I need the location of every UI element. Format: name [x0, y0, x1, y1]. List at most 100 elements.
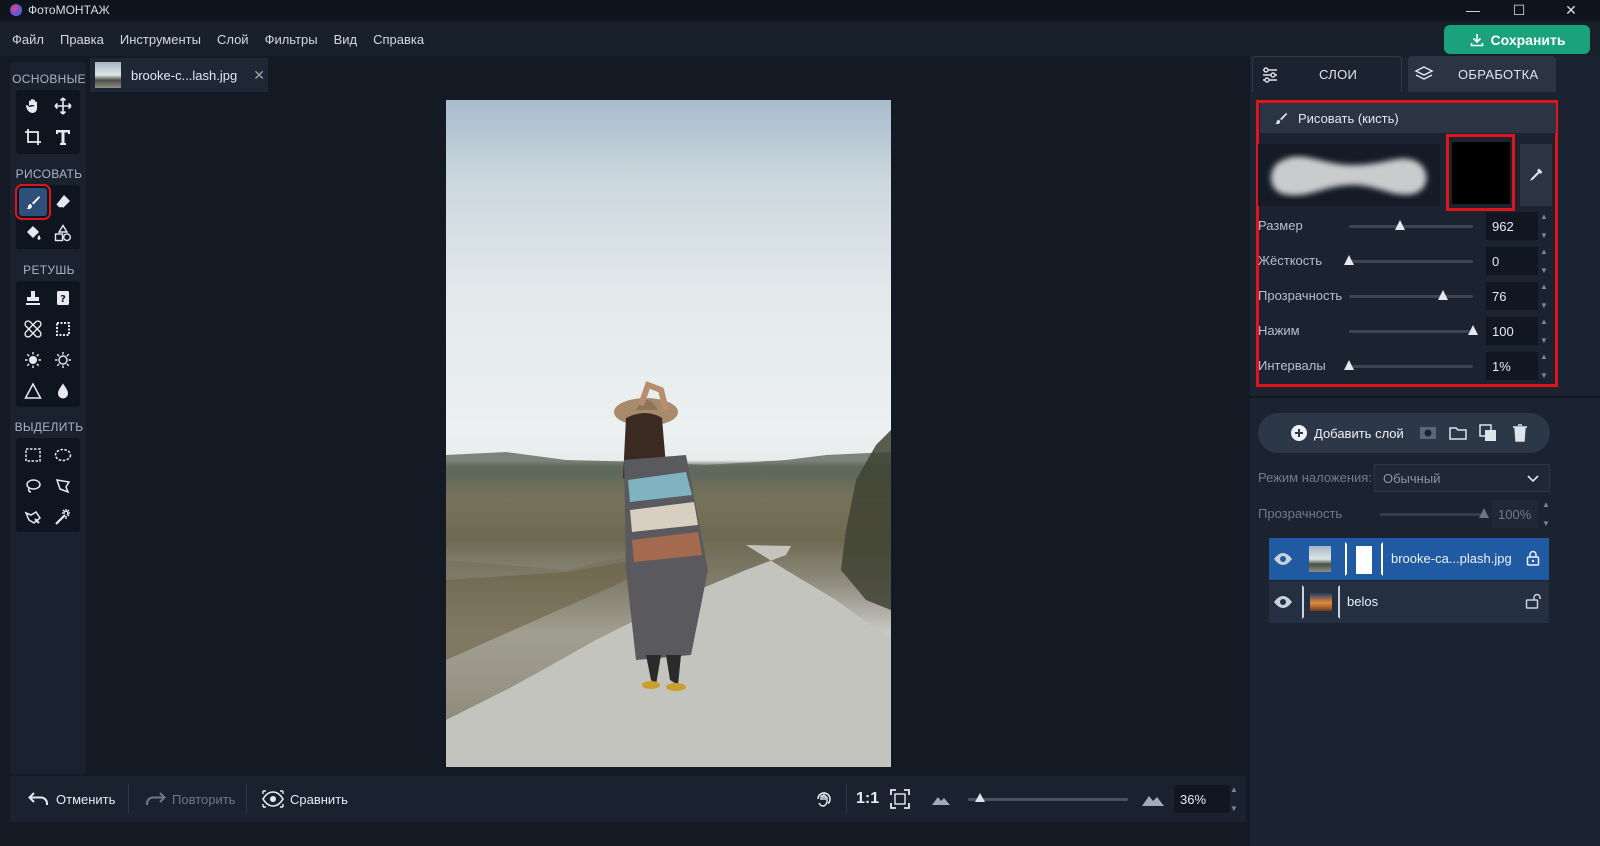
lasso-tool[interactable]	[19, 472, 47, 500]
lock-icon[interactable]	[1525, 550, 1541, 566]
menu-edit[interactable]: Правка	[60, 32, 104, 47]
sharpen-tool[interactable]	[19, 377, 47, 405]
eyedropper-button[interactable]	[1520, 144, 1552, 206]
brush-stroke-preview[interactable]	[1258, 144, 1440, 206]
minimize-button[interactable]: —	[1450, 0, 1496, 20]
rotate-button[interactable]	[814, 776, 834, 822]
magic-wand-tool[interactable]	[49, 503, 77, 531]
blur-tool[interactable]	[49, 377, 77, 405]
move-tool[interactable]	[49, 92, 77, 120]
redo-button[interactable]: Повторить	[144, 776, 235, 822]
save-button[interactable]: Сохранить	[1444, 25, 1590, 54]
param-hardness-slider[interactable]	[1344, 255, 1473, 265]
zoom-slider[interactable]	[968, 793, 1128, 802]
window-title: ФотоМОНТАЖ	[28, 3, 110, 17]
param-pressure-slider[interactable]	[1349, 325, 1478, 335]
tab-layers[interactable]: СЛОИ	[1252, 56, 1402, 92]
layer-row-photo[interactable]: brooke-ca...plash.jpg	[1269, 538, 1549, 580]
brush-color-swatch[interactable]	[1446, 134, 1515, 211]
menu-filters[interactable]: Фильтры	[265, 32, 318, 47]
duplicate-layer-button[interactable]	[1478, 423, 1498, 443]
close-tab-icon[interactable]: ✕	[253, 67, 265, 84]
param-spacing-thumb[interactable]	[1344, 360, 1354, 370]
fill-tool[interactable]	[19, 219, 47, 247]
folder-icon	[1449, 427, 1467, 440]
param-opacity-spinner[interactable]: ▲ ▼	[1540, 282, 1550, 310]
param-size-thumb[interactable]	[1394, 220, 1405, 230]
zoom-in-button[interactable]	[1142, 776, 1164, 822]
layer-opacity-spinner[interactable]: ▲ ▼	[1542, 500, 1552, 528]
crop-icon	[25, 129, 41, 145]
param-hardness-spinner[interactable]: ▲ ▼	[1540, 247, 1550, 275]
fit-screen-button[interactable]	[890, 776, 910, 822]
layer-frame	[1302, 585, 1340, 619]
blend-mode-select[interactable]: Обычный	[1374, 464, 1550, 492]
crop-tool[interactable]	[19, 123, 47, 151]
param-pressure-spinner[interactable]: ▲ ▼	[1540, 317, 1550, 345]
magnetic-lasso-tool[interactable]	[19, 503, 47, 531]
param-pressure-value[interactable]: 100	[1486, 317, 1538, 345]
unlock-icon[interactable]	[1525, 593, 1541, 609]
layer-opacity-thumb[interactable]	[1479, 508, 1489, 518]
visibility-eye-icon[interactable]	[1273, 592, 1293, 612]
param-opacity: Прозрачность 76 ▲ ▼	[1258, 282, 1558, 310]
shapes-tool[interactable]	[49, 219, 77, 247]
menu-help[interactable]: Справка	[373, 32, 424, 47]
param-hardness-value[interactable]: 0	[1486, 247, 1538, 275]
delete-layer-button[interactable]	[1510, 423, 1530, 443]
add-mask-button[interactable]	[1418, 423, 1438, 443]
darken-tool[interactable]	[49, 346, 77, 374]
polygon-lasso-icon	[55, 479, 71, 494]
canvas-area[interactable]	[90, 92, 1246, 774]
menu-file[interactable]: Файл	[12, 32, 44, 47]
menu-layer[interactable]: Слой	[217, 32, 249, 47]
hand-tool[interactable]	[19, 92, 47, 120]
param-size-slider[interactable]	[1349, 220, 1473, 230]
param-opacity-value[interactable]: 76	[1486, 282, 1538, 310]
actual-size-button[interactable]: 1:1	[856, 776, 879, 822]
visibility-eye-icon[interactable]	[1273, 549, 1293, 569]
patch-tool[interactable]	[19, 315, 47, 343]
healing-tool[interactable]: ?	[49, 284, 77, 312]
document-tab[interactable]: brooke-c...lash.jpg ✕	[90, 58, 268, 92]
frame-retouch-tool[interactable]	[49, 315, 77, 343]
layer-row-belos[interactable]: belos	[1269, 581, 1549, 623]
blend-mode-label: Режим наложения:	[1258, 470, 1372, 485]
menu-view[interactable]: Вид	[334, 32, 358, 47]
polygon-lasso-tool[interactable]	[49, 472, 77, 500]
param-spacing-value[interactable]: 1%	[1486, 352, 1538, 380]
compare-button[interactable]: Сравнить	[262, 776, 348, 822]
zoom-spinner[interactable]: ▲ ▼	[1230, 785, 1240, 813]
param-size-label: Размер	[1258, 218, 1303, 233]
menu-tools[interactable]: Инструменты	[120, 32, 201, 47]
canvas-image[interactable]	[446, 100, 891, 767]
undo-button[interactable]: Отменить	[28, 776, 115, 822]
close-window-button[interactable]: ✕	[1548, 0, 1594, 20]
param-opacity-slider[interactable]	[1349, 290, 1473, 300]
folder-button[interactable]	[1448, 423, 1468, 443]
panel-divider	[1250, 396, 1600, 398]
param-hardness-thumb[interactable]	[1344, 255, 1354, 265]
zoom-value-field[interactable]: 36%	[1174, 785, 1230, 813]
param-size-spinner[interactable]: ▲ ▼	[1540, 212, 1550, 240]
stamp-tool[interactable]	[19, 284, 47, 312]
zoom-out-button[interactable]	[932, 776, 950, 822]
zoom-slider-thumb[interactable]	[975, 793, 986, 802]
param-size-value[interactable]: 962	[1486, 212, 1538, 240]
add-layer-button[interactable]: Добавить слой	[1290, 424, 1404, 442]
brush-tool[interactable]	[15, 184, 51, 220]
rect-select-tool[interactable]	[19, 441, 47, 469]
ellipse-select-tool[interactable]	[49, 441, 77, 469]
param-pressure-thumb[interactable]	[1468, 325, 1478, 335]
maximize-button[interactable]: ☐	[1496, 0, 1542, 20]
layer-mask-frame[interactable]	[1345, 542, 1383, 576]
layer-opacity-slider[interactable]	[1380, 508, 1489, 518]
tab-processing[interactable]: ОБРАБОТКА	[1408, 56, 1556, 92]
text-tool[interactable]	[49, 123, 77, 151]
param-spacing-slider[interactable]	[1344, 360, 1473, 370]
param-spacing-spinner[interactable]: ▲ ▼	[1540, 352, 1550, 380]
eraser-tool[interactable]	[49, 188, 77, 216]
param-opacity-thumb[interactable]	[1438, 290, 1449, 300]
layer-opacity-value[interactable]: 100%	[1492, 500, 1538, 528]
lighten-tool[interactable]	[19, 346, 47, 374]
